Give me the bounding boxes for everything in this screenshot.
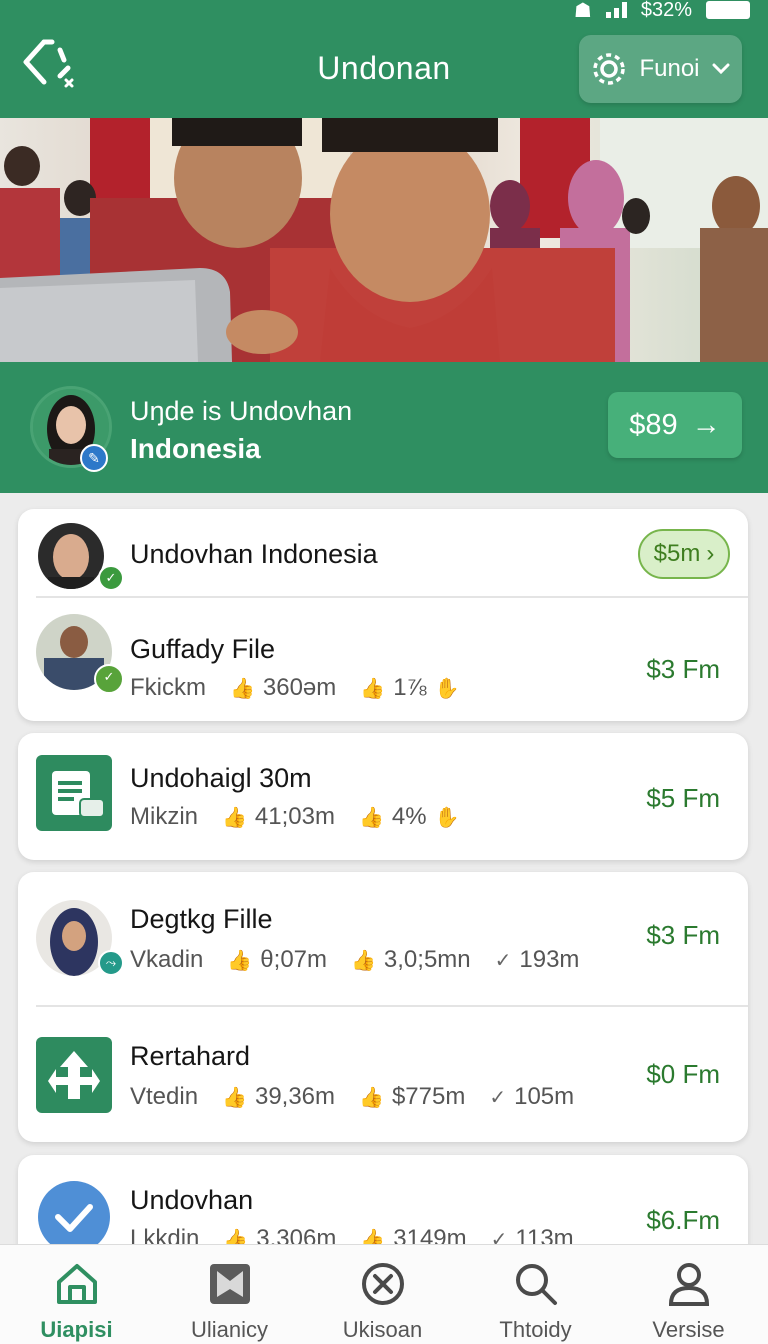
row-price: $5 Fm	[646, 783, 720, 813]
like-icon: 👍	[222, 806, 247, 829]
price-pill-button[interactable]: $5m ›	[638, 529, 730, 579]
row-price: $3 Fm	[646, 920, 720, 950]
meta-count: 105m	[514, 1083, 575, 1110]
like-icon: 👍	[358, 806, 384, 829]
status-bar: ☗ $32%	[573, 0, 750, 22]
profile-icon	[668, 1263, 709, 1306]
row-title: Guffady File	[130, 634, 276, 664]
nav-label: Versise	[652, 1317, 725, 1342]
gear-icon	[593, 53, 626, 85]
verified-badge-icon: ✓	[94, 664, 124, 694]
meta-duration: θ;07m	[260, 946, 327, 973]
like-icon: 👍	[360, 677, 386, 700]
check-icon: ✓	[489, 1086, 507, 1109]
row-title: Undovhan Indonesia	[130, 539, 378, 569]
row-meta: Vtedin 👍 39,36m 👍 $775m ✓ 105m	[130, 1083, 574, 1111]
like-icon: 👍	[227, 949, 253, 972]
nav-item-profile[interactable]: Versise	[612, 1245, 765, 1344]
row-price: $6.Fm	[646, 1205, 720, 1235]
like-icon: 👍	[222, 1086, 247, 1109]
like-icon: 👍	[229, 677, 255, 700]
nav-item-close[interactable]: Ukisoan	[306, 1245, 459, 1344]
list-item[interactable]: ✓ Guffady File Fkickm 👍 360əm 👍 1⅞ ✋ $3 …	[18, 598, 748, 721]
chevron-right-icon: ›	[706, 540, 715, 567]
nav-item-library[interactable]: Ulianicy	[153, 1245, 306, 1344]
chevron-down-icon	[712, 63, 730, 75]
close-circle-icon	[361, 1263, 404, 1305]
list-item[interactable]: ⤳ Degtkg Fille Vkadin 👍 θ;07m 👍 3,0;5mn …	[18, 872, 748, 1006]
check-circle-icon	[38, 1181, 110, 1253]
meta-count: 193m	[519, 946, 580, 973]
row-title: Undovhan	[130, 1185, 254, 1215]
row-title: Degtkg Fille	[130, 904, 273, 934]
list-item[interactable]: Undohaigl 30m Mikzin 👍 41;03m 👍 4% ✋ $5 …	[18, 733, 748, 860]
list-card: Undohaigl 30m Mikzin 👍 41;03m 👍 4% ✋ $5 …	[18, 733, 748, 860]
row-title: Undohaigl 30m	[130, 763, 312, 793]
row-meta: Vkadin 👍 θ;07m 👍 3,0;5mn ✓ 193m	[130, 946, 579, 974]
document-icon	[36, 755, 112, 831]
home-icon	[56, 1264, 97, 1304]
row-title: Rertahard	[130, 1041, 251, 1071]
meta-rate: $775m	[391, 1083, 466, 1110]
list-card: ✓ Undovhan Indonesia $5m › ✓ Guffady Fil…	[18, 509, 748, 721]
promo-price-label: $89	[629, 408, 678, 441]
like-icon: 👍	[351, 949, 376, 972]
nav-label: Thtoidy	[499, 1317, 572, 1342]
row-price: $3 Fm	[646, 654, 720, 684]
list-item[interactable]: Rertahard Vtedin 👍 39,36m 👍 $775m ✓ 105m…	[18, 1007, 748, 1142]
nav-item-search[interactable]: Thtoidy	[459, 1245, 612, 1344]
row-meta: Fkickm 👍 360əm 👍 1⅞ ✋	[130, 674, 459, 702]
nav-item-home[interactable]: Uiapisi	[0, 1245, 153, 1344]
promo-text: Uŋde is Undovhan Indonesia	[130, 392, 550, 468]
meta-rate: 1⅞	[393, 674, 427, 701]
function-menu-label: Funoi	[639, 55, 700, 82]
arrow-right-icon: →	[691, 408, 721, 441]
list-card: ⤳ Degtkg Fille Vkadin 👍 θ;07m 👍 3,0;5mn …	[18, 872, 748, 1142]
promo-banner[interactable]: ✎ Uŋde is Undovhan Indonesia $89 →	[0, 362, 768, 493]
hand-icon: ✋	[434, 677, 460, 700]
battery-icon	[706, 1, 750, 19]
chat-badge-icon: ✎	[80, 444, 108, 472]
book-icon	[209, 1264, 250, 1304]
meta-duration: 360əm	[262, 674, 337, 701]
nav-label: Ukisoan	[342, 1317, 423, 1342]
verified-badge-icon: ✓	[98, 565, 124, 591]
check-icon: ✓	[494, 949, 512, 972]
promo-price-button[interactable]: $89 →	[608, 392, 742, 458]
meta-duration: 41;03m	[254, 803, 335, 830]
hand-icon: ✋	[434, 806, 460, 829]
nav-label: Ulianicy	[190, 1317, 269, 1342]
meta-duration: 39,36m	[254, 1083, 336, 1110]
battery-percent: $32%	[640, 0, 692, 21]
share-badge-icon: ⤳	[98, 950, 124, 976]
meta-rate: 3,0;5mn	[383, 946, 471, 973]
meta-author: Vtedin	[130, 1083, 199, 1110]
like-icon: 👍	[359, 1086, 384, 1109]
row-meta: Mikzin 👍 41;03m 👍 4% ✋	[130, 803, 459, 831]
app-header: ☗ $32% Undonan Funoi	[0, 0, 768, 118]
promo-line-1: Uŋde is Undovhan	[130, 396, 353, 426]
row-price: $0 Fm	[646, 1059, 720, 1089]
meta-author: Vkadin	[130, 946, 204, 973]
hero-photo	[0, 118, 768, 362]
list-item[interactable]: ✓ Undovhan Indonesia $5m ›	[18, 509, 748, 597]
signal-icon	[605, 2, 627, 18]
notification-icon: ☗	[573, 0, 592, 22]
function-menu-button[interactable]: Funoi	[579, 35, 742, 103]
promo-line-2: Indonesia	[130, 433, 261, 464]
price-pill-label: $5m	[653, 540, 701, 567]
bottom-nav: Uiapisi Ulianicy Ukisoan Thtoidy Versise	[0, 1244, 768, 1344]
meta-rate: 4%	[391, 803, 427, 830]
search-icon	[515, 1264, 557, 1305]
avatar	[38, 523, 104, 589]
nav-label: Uiapisi	[40, 1317, 113, 1342]
meta-author: Fkickm	[130, 674, 206, 701]
recycle-icon	[36, 1037, 112, 1113]
meta-author: Mikzin	[130, 803, 199, 830]
